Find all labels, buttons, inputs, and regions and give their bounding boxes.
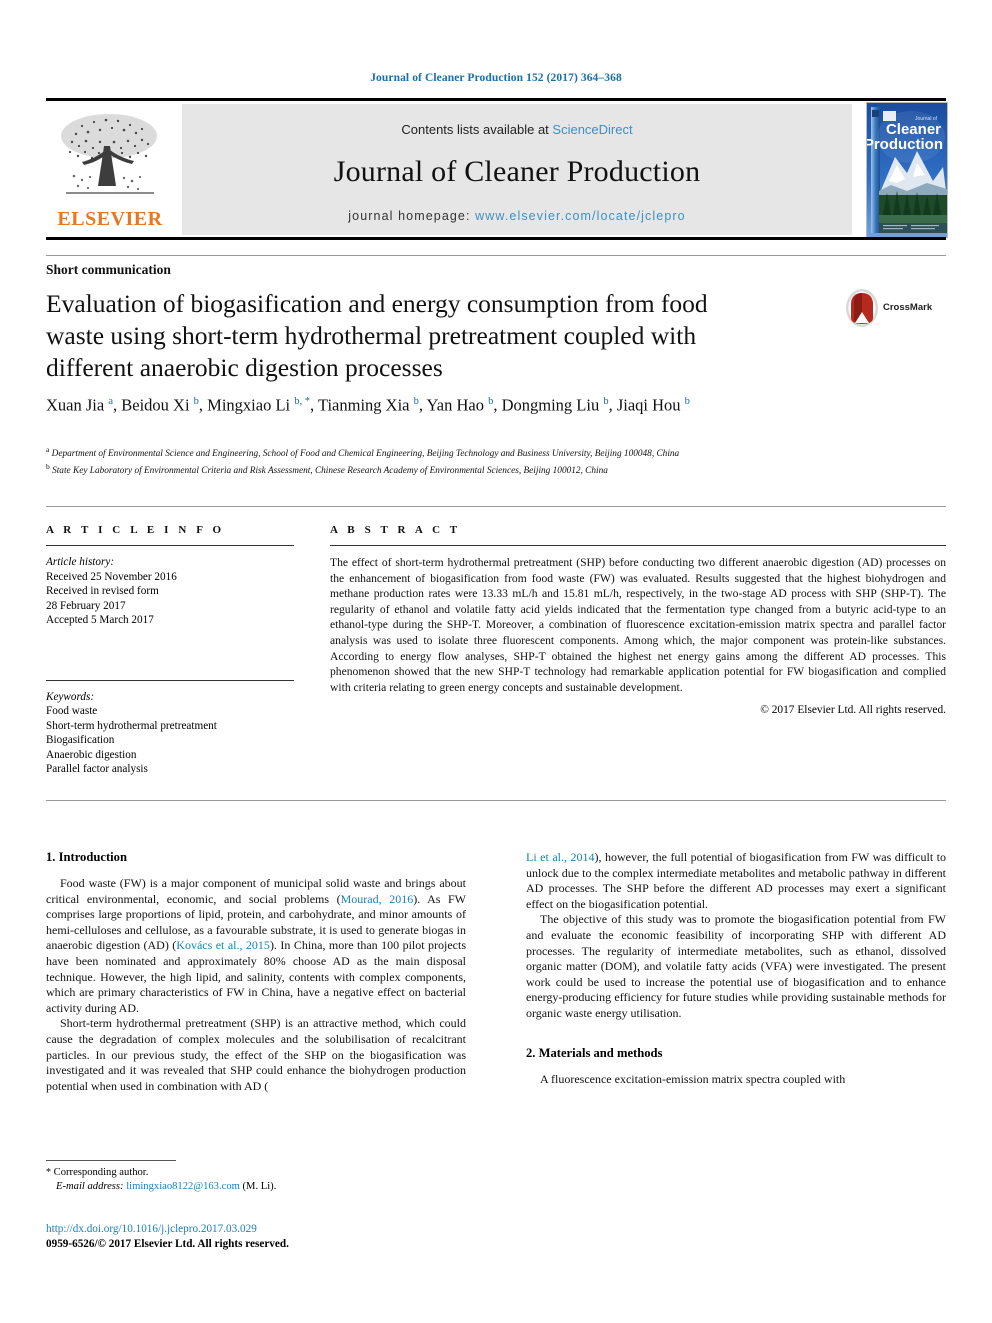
info-block-bottom-rule bbox=[46, 800, 946, 801]
article-type-label: Short communication bbox=[46, 262, 171, 277]
info-block-top-rule bbox=[46, 506, 946, 507]
contents-prefix: Contents lists available at bbox=[401, 122, 553, 137]
crossmark-label: CrossMark bbox=[883, 302, 933, 313]
affil-marker: b bbox=[684, 396, 690, 407]
copyright-line: © 2017 Elsevier Ltd. All rights reserved… bbox=[760, 704, 946, 717]
citation-link[interactable]: Kovács et al., 2015 bbox=[176, 938, 270, 952]
crossmark-icon bbox=[846, 289, 878, 327]
article-type-rule bbox=[46, 255, 946, 256]
methods-paragraph-1: A fluorescence excitation-emission matri… bbox=[540, 1071, 846, 1086]
body-column-left: 1. Introduction Food waste (FW) is a maj… bbox=[46, 850, 466, 1094]
article-info-heading: A R T I C L E I N F O bbox=[46, 524, 225, 536]
article-info-block: A R T I C L E I N F O Article history: R… bbox=[46, 524, 294, 777]
doi-block: http://dx.doi.org/10.1016/j.jclepro.2017… bbox=[46, 1222, 506, 1252]
corresponding-author-label: Corresponding author. bbox=[53, 1167, 149, 1178]
email-label: E-mail address: bbox=[56, 1181, 124, 1192]
email-line: E-mail address: limingxiao8122@163.com (… bbox=[46, 1180, 466, 1194]
elsevier-logo: ELSEVIER bbox=[46, 104, 172, 236]
citation-link[interactable]: Mourad, 2016 bbox=[341, 892, 414, 906]
journal-homepage-line: journal homepage: www.elsevier.com/locat… bbox=[182, 209, 852, 223]
paper-page: Journal of Cleaner Production 152 (2017)… bbox=[0, 0, 992, 1323]
sciencedirect-link[interactable]: ScienceDirect bbox=[552, 122, 632, 137]
intro-paragraph-2-cont: Li et al., 2014), however, the full pote… bbox=[526, 850, 946, 912]
journal-cover-thumbnail: Journal of Cleaner Production bbox=[866, 102, 948, 238]
author-list: Xuan Jia a, Beidou Xi b, Mingxiao Li b, … bbox=[46, 395, 690, 415]
contents-available-line: Contents lists available at ScienceDirec… bbox=[182, 122, 852, 137]
keyword-item: Biogasification bbox=[46, 734, 115, 746]
article-history-label: Article history: bbox=[46, 556, 115, 568]
corresponding-author-footnote: * Corresponding author. E-mail address: … bbox=[46, 1166, 466, 1194]
asterisk-marker: * bbox=[46, 1167, 51, 1178]
article-info-rule bbox=[46, 545, 294, 546]
corresponding-author-line: * Corresponding author. bbox=[46, 1166, 466, 1180]
journal-title: Journal of Cleaner Production bbox=[333, 155, 701, 188]
affiliation-a-text: Department of Environmental Science and … bbox=[51, 449, 680, 460]
elsevier-tree-icon bbox=[61, 114, 157, 194]
journal-masthead: ELSEVIER Contents lists available at Sci… bbox=[46, 98, 948, 240]
email-link[interactable]: limingxiao8122@163.com bbox=[126, 1181, 240, 1192]
body-column-right: Li et al., 2014), however, the full pote… bbox=[526, 850, 946, 1087]
running-head: Journal of Cleaner Production 152 (2017)… bbox=[370, 72, 622, 84]
affil-marker: b bbox=[413, 396, 419, 407]
email-owner: (M. Li). bbox=[242, 1181, 277, 1192]
masthead-bottom-rule bbox=[46, 237, 946, 240]
section-heading-introduction: 1. Introduction bbox=[46, 850, 127, 864]
keyword-item: Short-term hydrothermal pretreatment bbox=[46, 719, 217, 732]
affil-marker: b, * bbox=[294, 396, 310, 407]
svg-text:Production: Production bbox=[867, 136, 943, 153]
abstract-rule bbox=[330, 545, 946, 546]
homepage-url-link[interactable]: www.elsevier.com/locate/jclepro bbox=[475, 209, 686, 223]
keywords-label: Keywords: bbox=[46, 690, 95, 703]
affiliation-b-text: State Key Laboratory of Environmental Cr… bbox=[52, 465, 608, 476]
intro-paragraph-3: The objective of this study was to promo… bbox=[526, 912, 946, 1020]
affil-marker: b bbox=[193, 396, 199, 407]
abstract-heading: A B S T R A C T bbox=[330, 524, 461, 536]
affiliation-b: b State Key Laboratory of Environmental … bbox=[46, 461, 608, 476]
journal-cover-image: Journal of Cleaner Production bbox=[867, 103, 947, 237]
history-item: 28 February 2017 bbox=[46, 599, 126, 612]
affil-marker: b bbox=[488, 396, 494, 407]
footnote-rule bbox=[46, 1160, 176, 1161]
elsevier-wordmark: ELSEVIER bbox=[57, 208, 163, 230]
intro-p2-part-a: Short-term hydrothermal pretreatment (SH… bbox=[46, 1016, 466, 1093]
doi-link[interactable]: http://dx.doi.org/10.1016/j.jclepro.2017… bbox=[46, 1222, 506, 1237]
masthead-top-rule bbox=[46, 98, 946, 101]
abstract-text: The effect of short-term hydrothermal pr… bbox=[330, 556, 946, 694]
crossmark-badge[interactable]: CrossMark bbox=[843, 288, 943, 334]
keyword-item: Parallel factor analysis bbox=[46, 763, 148, 775]
page-title: Evaluation of biogasification and energy… bbox=[46, 289, 708, 382]
abstract-block: A B S T R A C T The effect of short-term… bbox=[330, 524, 946, 716]
affiliations: a Department of Environmental Science an… bbox=[46, 444, 936, 477]
history-item: Received in revised form bbox=[46, 585, 159, 597]
issn-copyright-line: 0959-6526/© 2017 Elsevier Ltd. All right… bbox=[46, 1238, 289, 1250]
keywords-block: Keywords: Food waste Short-term hydrothe… bbox=[46, 679, 294, 777]
section-heading-materials-methods: 2. Materials and methods bbox=[526, 1045, 663, 1060]
affil-marker: b bbox=[603, 396, 609, 407]
affil-marker: a bbox=[108, 396, 113, 407]
keywords-rule bbox=[46, 679, 294, 681]
affiliation-a: a Department of Environmental Science an… bbox=[46, 445, 680, 460]
keyword-item: Anaerobic digestion bbox=[46, 748, 137, 761]
citation-link[interactable]: Li et al., 2014 bbox=[526, 850, 595, 864]
history-item: Received 25 November 2016 bbox=[46, 570, 177, 583]
keyword-item: Food waste bbox=[46, 705, 98, 717]
masthead-banner: Contents lists available at ScienceDirec… bbox=[182, 104, 852, 235]
history-item: Accepted 5 March 2017 bbox=[46, 614, 154, 626]
homepage-prefix: journal homepage: bbox=[348, 209, 476, 223]
intro-paragraph-1: Food waste (FW) is a major component of … bbox=[46, 876, 466, 1016]
intro-paragraph-2: Short-term hydrothermal pretreatment (SH… bbox=[46, 1016, 466, 1094]
